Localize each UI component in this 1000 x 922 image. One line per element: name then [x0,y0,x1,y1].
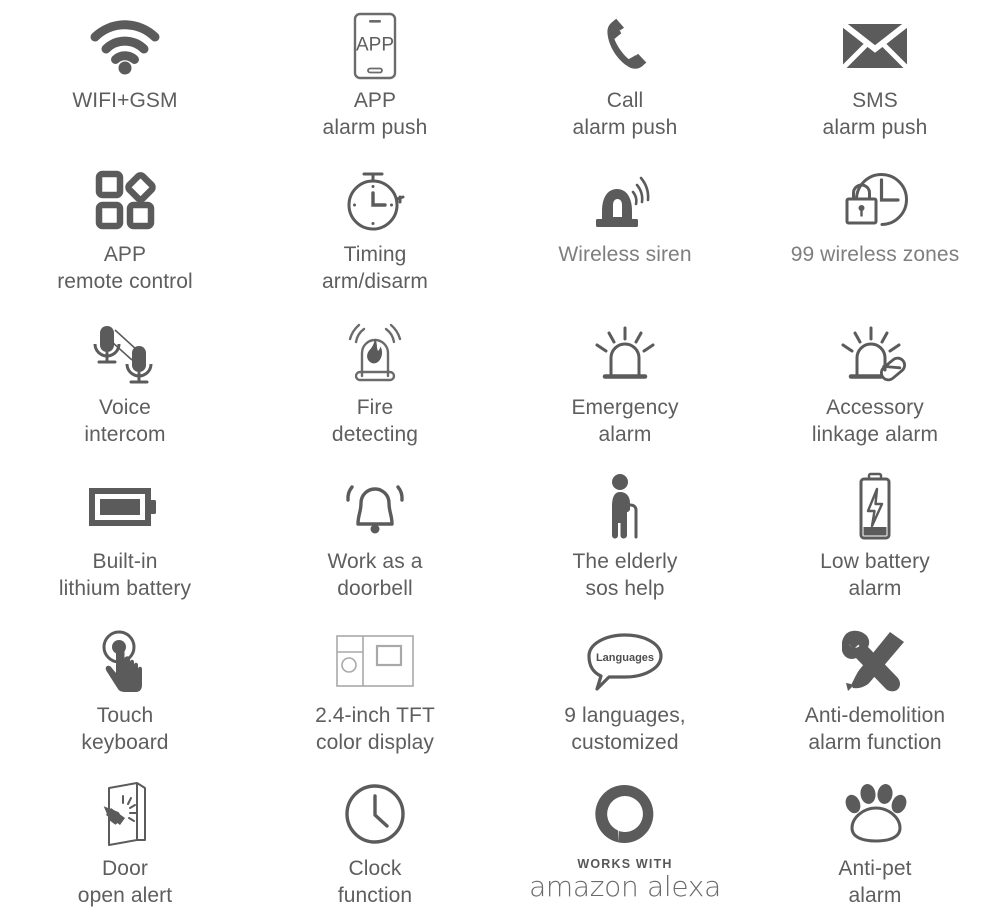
feature-cell-app-remote-control: APP remote control [0,154,250,308]
speech-bubble-icon-text: Languages [595,651,655,664]
paw-print-icon [750,778,1000,850]
doorbell-icon [250,471,500,543]
feature-cell-wifi-gsm: WIFI+GSM [0,0,250,154]
feature-cell-timing-arm-disarm: Timing arm/disarm [250,154,500,308]
feature-cell-accessory-linkage-alarm: Accessory linkage alarm [750,307,1000,461]
battery-low-icon [750,471,1000,543]
feature-label: Timing arm/disarm [321,242,428,293]
feature-cell-fire-detecting: Fire detecting [250,307,500,461]
feature-label: WIFI+GSM [72,89,178,112]
alexa-wordmark: WORKS WITH amazon alexa [529,858,721,901]
feature-label: Emergency alarm [571,396,679,447]
touch-hand-icon [0,625,250,697]
feature-label: Voice intercom [84,396,166,447]
feature-label: Door open alert [77,857,173,908]
feature-label: Wireless siren [558,242,692,266]
feature-cell-the-elderly-sos-help: The elderly sos help [500,461,750,615]
clock-icon [250,778,500,850]
alexa-works-with-text: WORKS WITH [577,857,673,872]
feature-label: SMS alarm push [822,89,928,139]
feature-label: The elderly sos help [572,550,678,600]
two-microphones-icon [0,317,250,389]
feature-grid: WIFI+GSM APP APP alarm push Call alarm p… [0,0,1000,922]
app-phone-icon-text: APP [355,34,395,56]
feature-cell-tft-color-display: 2.4-inch TFT color display [250,615,500,769]
accessory-linkage-icon [750,317,1000,389]
feature-cell-call-alarm-push: Call alarm push [500,0,750,154]
feature-label: 99 wireless zones [790,242,960,266]
amazon-alexa-icon [500,778,750,850]
feature-label: 9 languages, customized [564,703,686,754]
feature-cell-9-languages-customized: Languages 9 languages, customized [500,615,750,769]
siren-wireless-icon [500,164,750,236]
feature-label: Clock function [337,857,413,908]
feature-cell-built-in-lithium-battery: Built-in lithium battery [0,461,250,615]
elderly-person-icon [500,471,750,543]
fire-detector-icon [250,317,500,389]
feature-cell-wireless-siren: Wireless siren [500,154,750,308]
door-open-alert-icon [0,778,250,850]
emergency-beacon-icon [500,317,750,389]
lock-clock-icon [750,164,1000,236]
wifi-icon [0,10,250,82]
feature-label: APP remote control [57,242,193,293]
phone-handset-icon [500,10,750,82]
feature-cell-99-wireless-zones: 99 wireless zones [750,154,1000,308]
feature-label: Work as a doorbell [327,550,423,600]
feature-label: Low battery alarm [820,550,930,600]
feature-cell-anti-demolition-alarm-function: Anti-demolition alarm function [750,615,1000,769]
feature-label: Call alarm push [572,89,678,139]
envelope-icon [750,10,1000,82]
app-phone-icon: APP [250,10,500,82]
feature-cell-door-open-alert: Door open alert [0,768,250,922]
app-tiles-icon [0,164,250,236]
feature-label: APP alarm push [322,89,428,139]
feature-cell-work-as-a-doorbell: Work as a doorbell [250,461,500,615]
feature-label: Anti-demolition alarm function [804,703,946,754]
tft-display-icon [250,625,500,697]
feature-cell-anti-pet-alarm: Anti-pet alarm [750,768,1000,922]
feature-cell-clock-function: Clock function [250,768,500,922]
battery-full-icon [0,471,250,543]
feature-label: Anti-pet alarm [838,857,912,908]
feature-label: Accessory linkage alarm [811,396,939,447]
stopwatch-icon [250,164,500,236]
feature-cell-app-alarm-push: APP APP alarm push [250,0,500,154]
feature-label: Built-in lithium battery [58,550,192,600]
feature-cell-voice-intercom: Voice intercom [0,307,250,461]
feature-label: 2.4-inch TFT color display [315,703,435,754]
feature-cell-low-battery-alarm: Low battery alarm [750,461,1000,615]
feature-cell-emergency-alarm: Emergency alarm [500,307,750,461]
speech-bubble-icon: Languages [500,625,750,697]
alexa-brand-text: amazon alexa [529,869,721,903]
feature-label: Touch keyboard [81,703,169,754]
feature-cell-works-with-amazon-alexa: WORKS WITH amazon alexa [500,768,750,922]
feature-cell-touch-keyboard: Touch keyboard [0,615,250,769]
feature-cell-sms-alarm-push: SMS alarm push [750,0,1000,154]
wrench-screwdriver-icon [750,625,1000,697]
feature-label: Fire detecting [331,396,419,447]
